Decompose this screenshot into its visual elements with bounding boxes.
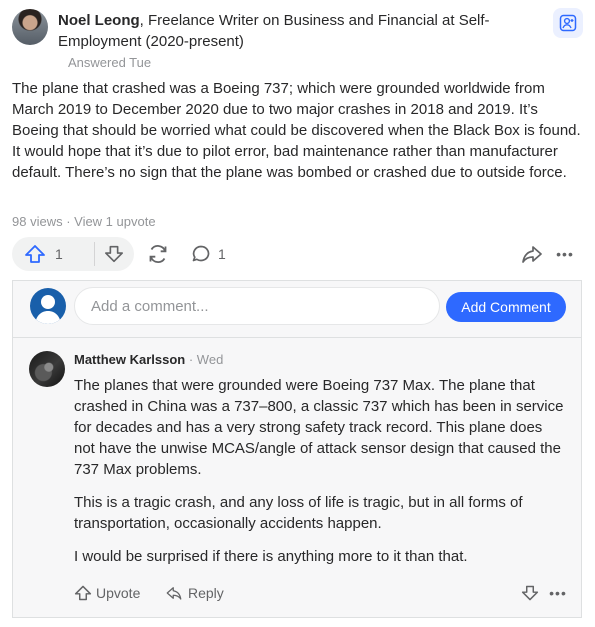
comment-button[interactable]: 1 xyxy=(190,242,226,266)
upvote-arrow-icon xyxy=(24,244,46,264)
answer-body: The plane that crashed was a Boeing 737;… xyxy=(12,80,581,181)
forward-arrow-icon xyxy=(520,242,544,266)
comment-item: Matthew Karlsson · Wed The planes that w… xyxy=(13,338,581,617)
comment-header: Matthew Karlsson · Wed xyxy=(74,352,223,367)
forward-button[interactable] xyxy=(520,242,544,266)
answer-meta[interactable]: 98 views · View 1 upvote xyxy=(12,214,156,229)
comments-section: Add Comment Matthew Karlsson · Wed The p… xyxy=(12,280,582,618)
comment-action-bar: Upvote Reply ••• xyxy=(74,581,569,605)
comment-date[interactable]: · Wed xyxy=(185,352,223,367)
comment-upvote-label: Upvote xyxy=(96,585,141,601)
share-cycle-icon xyxy=(146,242,170,266)
comment-author-avatar[interactable] xyxy=(29,351,65,387)
comment-upvote-button[interactable]: Upvote xyxy=(74,581,140,605)
upvote-count: 1 xyxy=(55,246,63,262)
comment-paragraph: I would be surprised if there is anythin… xyxy=(74,548,468,565)
comment-count: 1 xyxy=(218,246,226,262)
comment-reply-label: Reply xyxy=(188,585,224,601)
comment-reply-button[interactable]: Reply xyxy=(164,581,224,605)
more-dots-icon: ••• xyxy=(556,246,574,262)
current-user-avatar xyxy=(30,288,66,324)
upvote-button[interactable]: 1 xyxy=(12,237,88,271)
comment-input[interactable] xyxy=(74,287,440,325)
more-options-button[interactable]: ••• xyxy=(553,242,577,266)
comment-body: The planes that were grounded were Boein… xyxy=(74,375,566,579)
share-button[interactable] xyxy=(146,242,170,266)
follow-button[interactable] xyxy=(553,8,583,38)
downvote-button[interactable] xyxy=(95,237,133,271)
comment-bubble-icon xyxy=(190,243,212,265)
author-name[interactable]: Noel Leong xyxy=(58,12,140,29)
comment-more-button[interactable]: ••• xyxy=(546,581,570,605)
downvote-arrow-icon xyxy=(521,584,539,602)
answer-action-bar: 1 1 ••• xyxy=(12,237,584,271)
author-avatar[interactable] xyxy=(12,9,48,45)
vote-pill: 1 xyxy=(12,237,134,271)
downvote-arrow-icon xyxy=(104,244,124,264)
add-comment-row: Add Comment xyxy=(13,281,581,338)
comment-paragraph: The planes that were grounded were Boein… xyxy=(74,377,564,478)
comment-paragraph: This is a tragic crash, and any loss of … xyxy=(74,494,523,532)
comment-downvote-button[interactable] xyxy=(518,581,542,605)
reply-arrow-icon xyxy=(164,584,184,602)
comment-author-name[interactable]: Matthew Karlsson xyxy=(74,352,185,367)
follow-user-icon xyxy=(559,14,577,32)
more-dots-icon: ••• xyxy=(549,585,567,601)
add-comment-button[interactable]: Add Comment xyxy=(446,292,566,322)
upvote-arrow-icon xyxy=(74,584,92,602)
answer-header: Noel Leong, Freelance Writer on Business… xyxy=(12,7,552,71)
author-line: Noel Leong, Freelance Writer on Business… xyxy=(58,10,528,52)
answered-date[interactable]: Answered Tue xyxy=(68,55,151,70)
